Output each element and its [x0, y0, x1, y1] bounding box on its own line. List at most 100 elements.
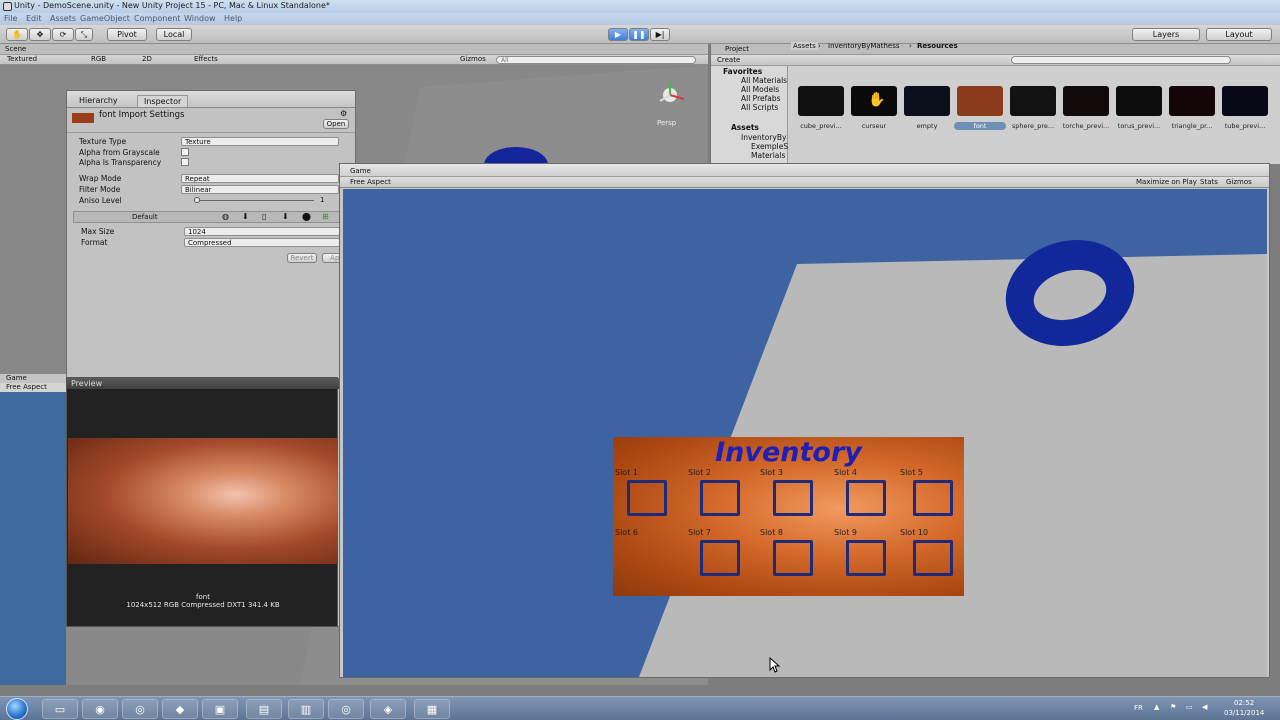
- asset-thumb-curseur[interactable]: ✋: [851, 86, 897, 116]
- aniso-slider-track[interactable]: [194, 200, 314, 201]
- format-dropdown[interactable]: Compressed: [184, 238, 340, 247]
- stats-toggle[interactable]: Stats: [1200, 178, 1218, 186]
- windows-platform-icon[interactable]: ⊞: [322, 212, 329, 221]
- project-search-input[interactable]: [1011, 56, 1231, 64]
- breadcrumb-assets[interactable]: Assets: [791, 42, 818, 50]
- revert-button[interactable]: Revert: [287, 253, 317, 263]
- max-size-dropdown[interactable]: 1024: [184, 227, 340, 236]
- tray-flag-icon[interactable]: ⚑: [1170, 703, 1176, 711]
- tab-project[interactable]: Project: [725, 45, 749, 53]
- rotate-tool-button[interactable]: ⟳: [52, 28, 74, 41]
- inventory-slot[interactable]: [627, 480, 667, 516]
- inventory-slot[interactable]: [846, 480, 886, 516]
- filter-mode-dropdown[interactable]: Bilinear: [181, 185, 339, 194]
- pause-button[interactable]: ❚❚: [629, 28, 649, 41]
- persp-label[interactable]: Persp: [657, 119, 676, 127]
- aspect-dropdown[interactable]: Free Aspect: [350, 178, 391, 186]
- 2d-toggle[interactable]: 2D: [142, 55, 152, 63]
- inventory-slot[interactable]: [700, 480, 740, 516]
- asset-thumb-triangle[interactable]: [1169, 86, 1215, 116]
- clock-date[interactable]: 03/11/2014: [1224, 709, 1264, 717]
- create-dropdown[interactable]: Create: [717, 56, 740, 64]
- language-indicator[interactable]: FR: [1134, 704, 1143, 712]
- inventory-slot[interactable]: [700, 540, 740, 576]
- open-button[interactable]: Open: [323, 119, 349, 129]
- inventory-slot[interactable]: [913, 540, 953, 576]
- scale-tool-button[interactable]: ⤡: [75, 28, 93, 41]
- asset-thumb-torche[interactable]: [1063, 86, 1109, 116]
- clock-time[interactable]: 02:52: [1234, 699, 1254, 707]
- secondary-aspect-dropdown[interactable]: Free Aspect: [6, 383, 47, 391]
- play-button[interactable]: ▶: [608, 28, 628, 41]
- scene-search-input[interactable]: [496, 56, 696, 64]
- menu-window[interactable]: Window: [184, 14, 216, 23]
- tree-materials[interactable]: Materials: [751, 151, 785, 160]
- render-mode-dropdown[interactable]: RGB: [91, 55, 106, 63]
- asset-thumb-sphere[interactable]: [1010, 86, 1056, 116]
- tree-favorites[interactable]: Favorites: [723, 67, 762, 76]
- breadcrumb-inventory[interactable]: InventoryByMathess: [828, 42, 900, 50]
- app-taskbar-icon[interactable]: ◈: [370, 699, 406, 719]
- app-taskbar-icon[interactable]: ▦: [414, 699, 450, 719]
- blender-taskbar-icon[interactable]: ◎: [122, 699, 158, 719]
- breadcrumb-resources[interactable]: Resources: [917, 42, 958, 50]
- inventory-slot[interactable]: [773, 540, 813, 576]
- asset-thumb-torus[interactable]: [1116, 86, 1162, 116]
- blackberry-platform-icon[interactable]: ⬤: [302, 212, 311, 221]
- alpha-transparency-checkbox[interactable]: [181, 158, 189, 166]
- start-button-icon[interactable]: [6, 698, 28, 720]
- secondary-game-tab-label[interactable]: Game: [6, 374, 27, 382]
- platform-default-tab[interactable]: Default: [132, 213, 158, 221]
- hand-tool-button[interactable]: ✋: [6, 28, 28, 41]
- maximize-on-play-toggle[interactable]: Maximize on Play: [1136, 178, 1197, 186]
- app-taskbar-icon[interactable]: ▥: [288, 699, 324, 719]
- tree-all-models[interactable]: All Models: [741, 85, 779, 94]
- tree-all-materials[interactable]: All Materials: [741, 76, 787, 85]
- game-gizmos-dropdown[interactable]: Gizmos: [1226, 178, 1252, 186]
- tree-inventoryby[interactable]: InventoryBy: [741, 133, 786, 142]
- android-platform-icon[interactable]: ⬇: [282, 212, 289, 221]
- tab-game[interactable]: Game: [350, 167, 371, 175]
- explorer-taskbar-icon[interactable]: ▭: [42, 699, 78, 719]
- pivot-toggle[interactable]: Pivot: [107, 28, 147, 41]
- menu-file[interactable]: File: [4, 14, 17, 23]
- move-tool-button[interactable]: ✥: [29, 28, 51, 41]
- blender-taskbar-icon[interactable]: ◎: [328, 699, 364, 719]
- tree-assets[interactable]: Assets: [731, 123, 759, 132]
- local-toggle[interactable]: Local: [156, 28, 192, 41]
- inventory-slot[interactable]: [846, 540, 886, 576]
- layers-dropdown[interactable]: Layers: [1132, 28, 1200, 41]
- tree-exemples[interactable]: ExempleS: [751, 142, 788, 151]
- app-taskbar-icon[interactable]: ▤: [246, 699, 282, 719]
- menu-assets[interactable]: Assets: [50, 14, 76, 23]
- wrap-mode-dropdown[interactable]: Repeat: [181, 174, 339, 183]
- layout-dropdown[interactable]: Layout: [1206, 28, 1272, 41]
- unity-taskbar-icon[interactable]: ◆: [162, 699, 198, 719]
- alpha-grayscale-checkbox[interactable]: [181, 148, 189, 156]
- menu-edit[interactable]: Edit: [26, 14, 42, 23]
- tree-all-prefabs[interactable]: All Prefabs: [741, 94, 781, 103]
- scene-gizmos-dropdown[interactable]: Gizmos: [460, 55, 486, 63]
- tray-volume-icon[interactable]: ◀: [1202, 703, 1207, 711]
- step-button[interactable]: ▶|: [650, 28, 670, 41]
- tray-arrow-icon[interactable]: ▲: [1154, 703, 1159, 711]
- inventory-slot[interactable]: [773, 480, 813, 516]
- inventory-slot[interactable]: [913, 480, 953, 516]
- shading-dropdown[interactable]: Textured: [7, 55, 37, 63]
- effects-dropdown[interactable]: Effects: [194, 55, 218, 63]
- tab-hierarchy[interactable]: Hierarchy: [73, 95, 124, 107]
- ios-platform-icon[interactable]: ▯: [262, 212, 266, 221]
- tree-all-scripts[interactable]: All Scripts: [741, 103, 778, 112]
- game-viewport[interactable]: Inventory Slot 1 Slot 2 Slot 3 Slot 4 Sl…: [343, 189, 1267, 677]
- standalone-platform-icon[interactable]: ⬇: [242, 212, 249, 221]
- asset-thumb-font[interactable]: [957, 86, 1003, 116]
- chrome-taskbar-icon[interactable]: ◉: [82, 699, 118, 719]
- asset-thumb-tube[interactable]: [1222, 86, 1268, 116]
- menu-help[interactable]: Help: [224, 14, 242, 23]
- app-taskbar-icon[interactable]: ▣: [202, 699, 238, 719]
- web-platform-icon[interactable]: ◍: [222, 212, 229, 221]
- texture-type-dropdown[interactable]: Texture: [181, 137, 339, 146]
- asset-thumb-empty[interactable]: [904, 86, 950, 116]
- tab-inspector[interactable]: Inspector: [137, 95, 189, 107]
- aniso-slider-handle[interactable]: [194, 197, 200, 203]
